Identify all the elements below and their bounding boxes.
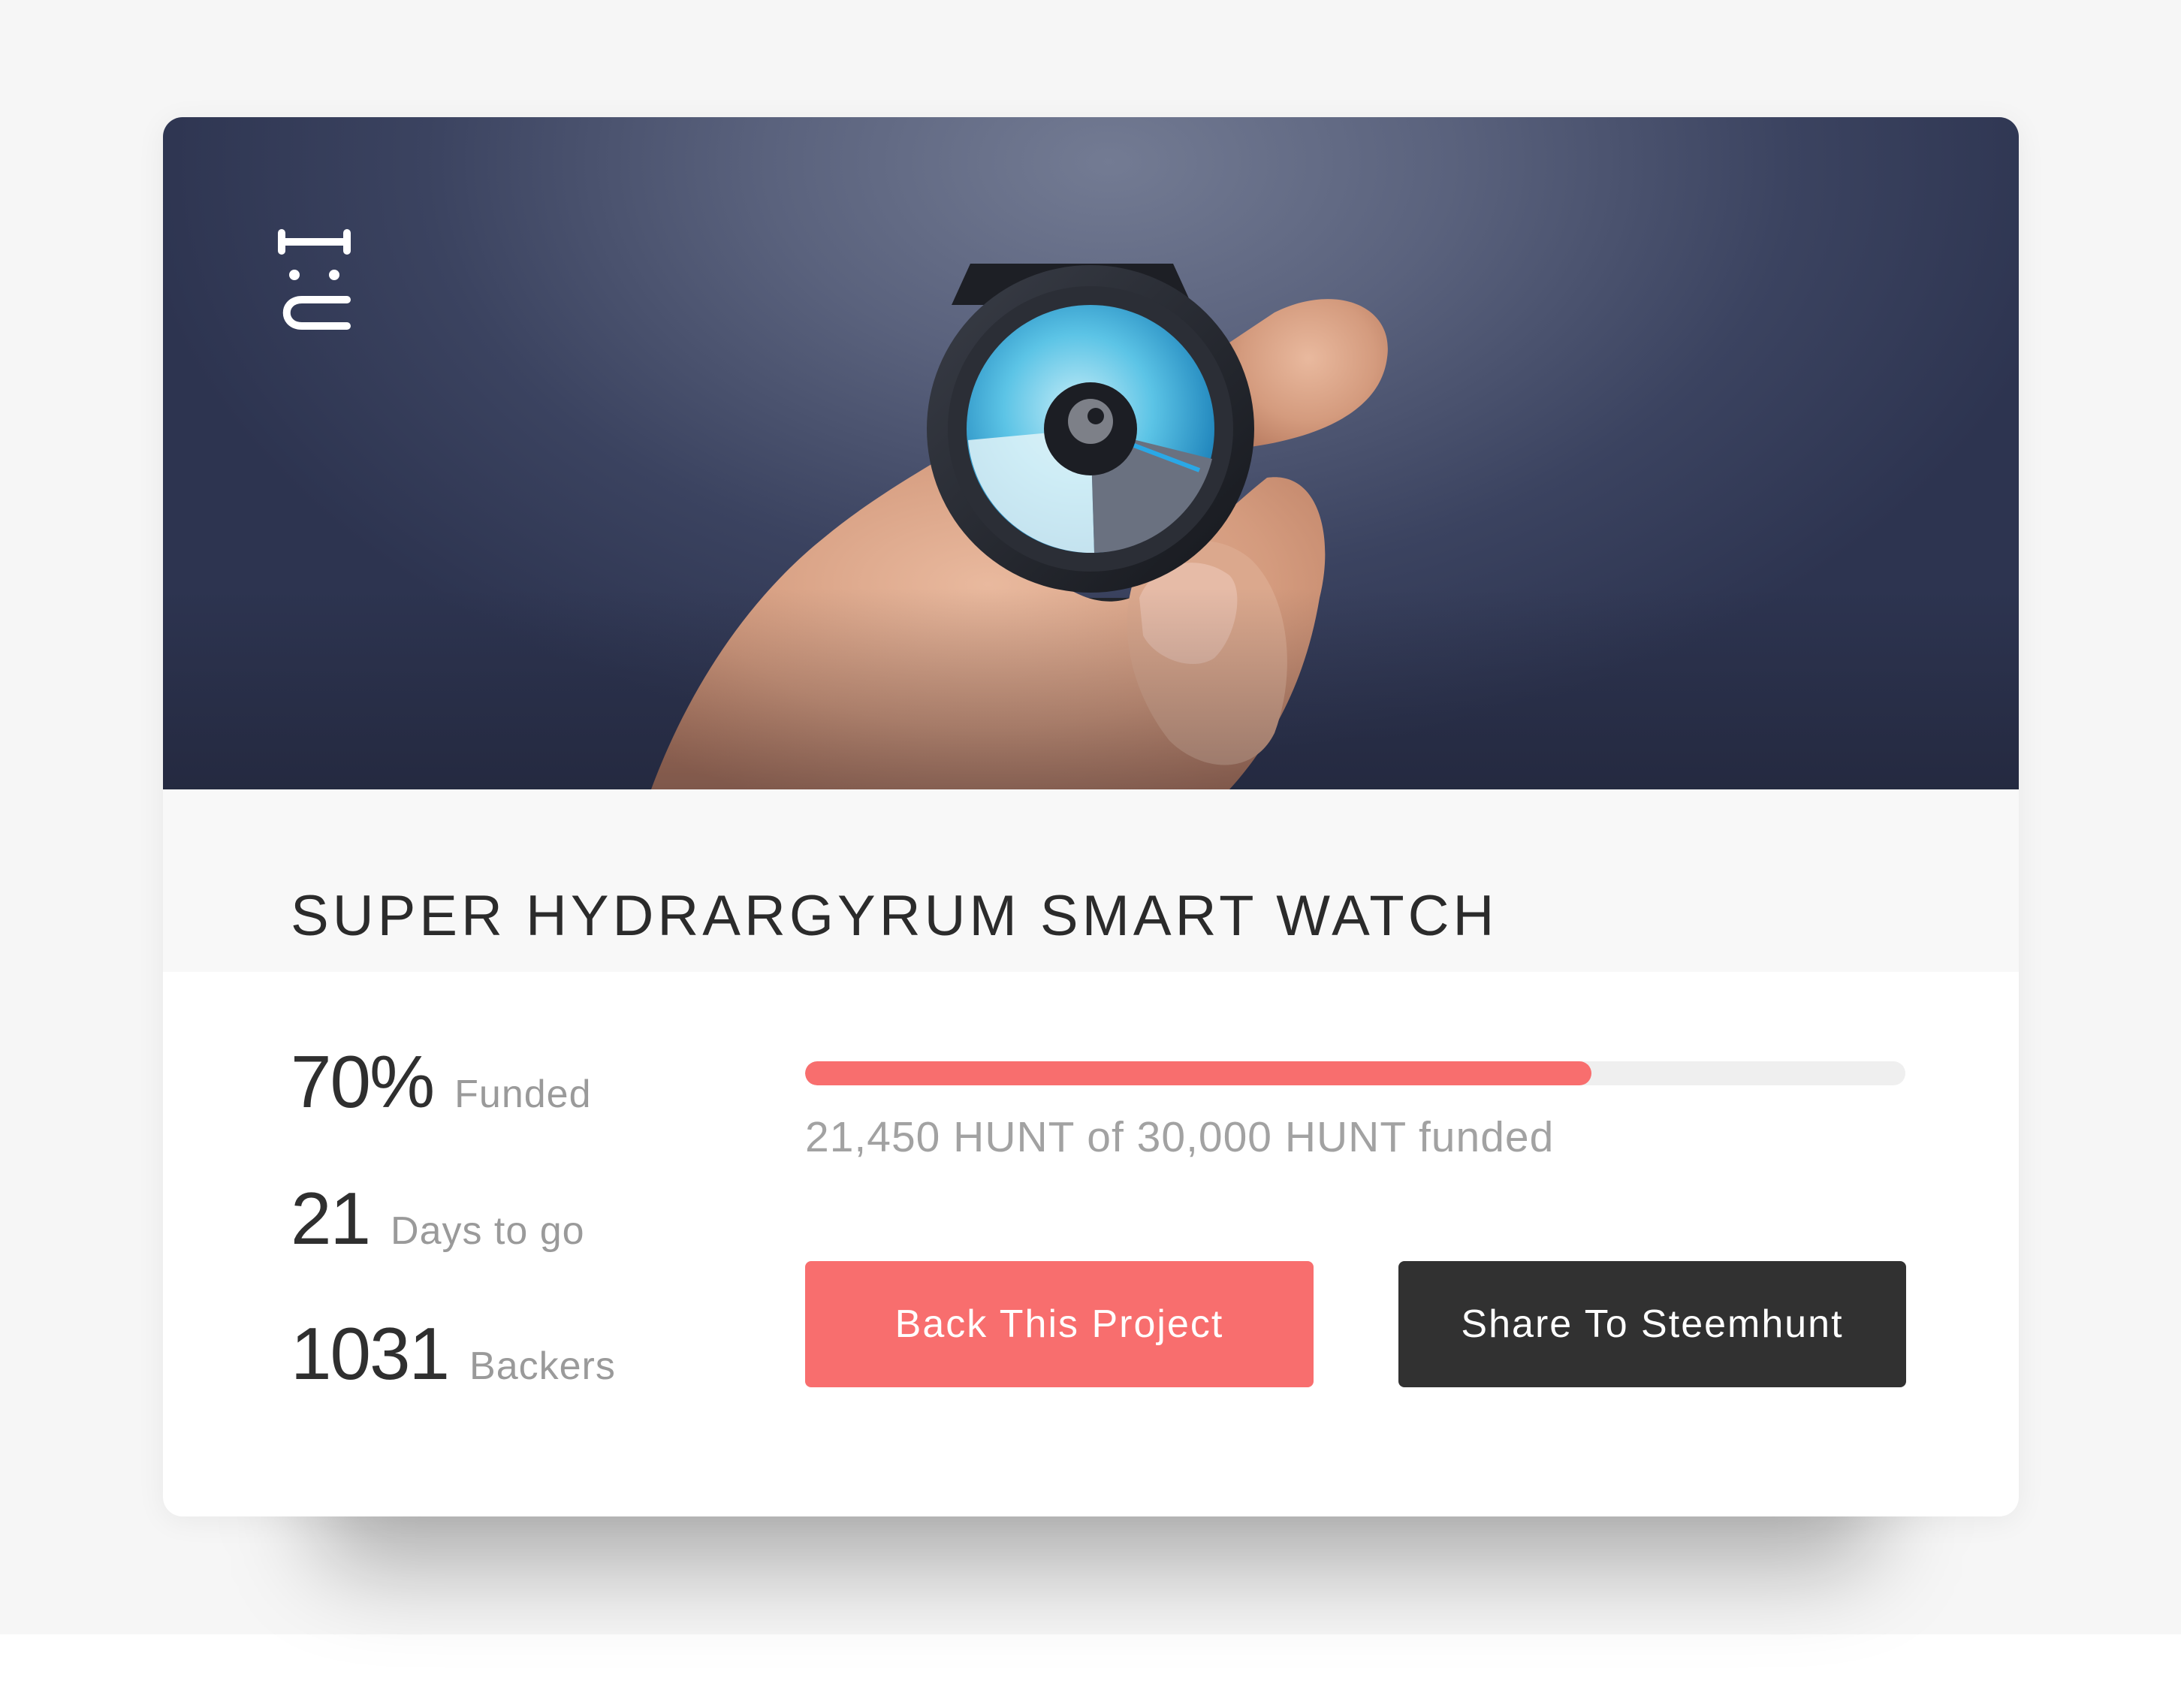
funding-summary: 21,450 HUNT of 30,000 HUNT funded — [805, 1113, 1555, 1161]
stat-funded-label: Funded — [454, 1073, 592, 1116]
project-card: SUPER HYDRARGYRUM SMART WATCH 70% Funded … — [163, 117, 2019, 1516]
page-bottom-band — [0, 1634, 2181, 1708]
stat-funded-value: 70% — [291, 1040, 435, 1123]
stat-backers-label: Backers — [469, 1344, 616, 1388]
stat-backers: 1031 Backers — [291, 1311, 616, 1396]
hero-vignette — [163, 117, 2019, 789]
title-band: SUPER HYDRARGYRUM SMART WATCH — [163, 789, 2019, 972]
steemhunt-logo-icon[interactable] — [276, 228, 358, 333]
back-project-button[interactable]: Back This Project — [805, 1261, 1314, 1387]
stat-days-value: 21 — [291, 1177, 371, 1260]
stat-funded: 70% Funded — [291, 1040, 592, 1124]
share-steemhunt-button[interactable]: Share To Steemhunt — [1398, 1261, 1906, 1387]
stat-backers-value: 1031 — [291, 1312, 450, 1395]
funding-progress-bar — [805, 1061, 1905, 1085]
funding-progress-fill — [805, 1061, 1592, 1085]
stat-days: 21 Days to go — [291, 1176, 585, 1261]
project-title: SUPER HYDRARGYRUM SMART WATCH — [291, 884, 1498, 948]
stat-days-label: Days to go — [391, 1209, 585, 1253]
hero-image — [163, 117, 2019, 789]
